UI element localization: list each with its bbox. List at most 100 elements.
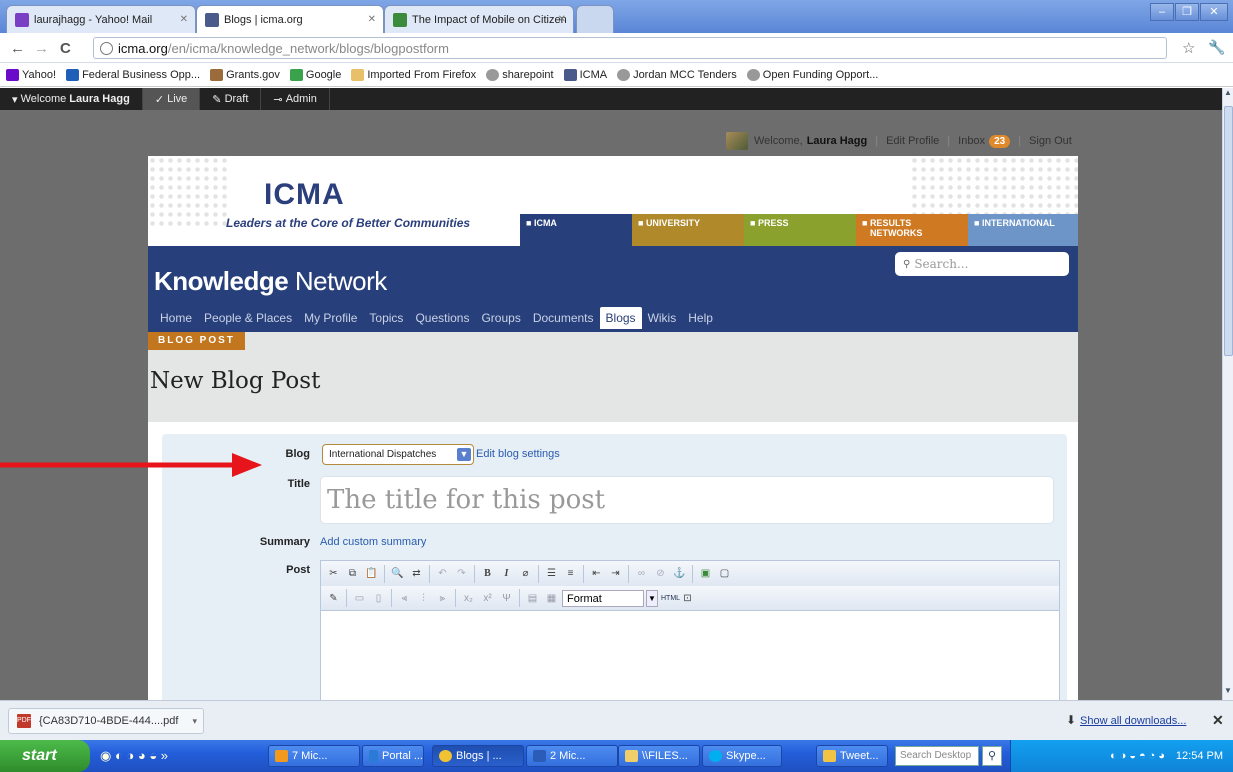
replace-icon[interactable]: ⇄ xyxy=(408,565,425,582)
admin-button[interactable]: ⊸ Admin xyxy=(261,88,330,110)
nav-wikis[interactable]: Wikis xyxy=(642,307,683,329)
align-right-icon[interactable]: ⫸ xyxy=(434,590,451,607)
nav-help[interactable]: Help xyxy=(682,307,719,329)
nav-my-profile[interactable]: My Profile xyxy=(298,307,363,329)
redo-icon[interactable]: ↷ xyxy=(453,565,470,582)
special-char-icon[interactable]: Ψ xyxy=(498,590,515,607)
bookmark-google[interactable]: Google xyxy=(289,68,341,81)
draft-button[interactable]: ✎ Draft xyxy=(200,88,262,110)
close-tab-icon[interactable]: ✕ xyxy=(180,14,188,25)
chevron-down-icon[interactable]: ▾ xyxy=(192,716,197,727)
scroll-thumb[interactable] xyxy=(1224,106,1233,356)
tray-icons[interactable]: ◐◑◒◓◔◕ xyxy=(1110,750,1168,762)
indent-icon[interactable]: ⇥ xyxy=(607,565,624,582)
section-tab-press[interactable]: ■ PRESS xyxy=(744,214,856,246)
maximize-icon[interactable]: ❐ xyxy=(1175,3,1199,21)
nav-topics[interactable]: Topics xyxy=(363,307,409,329)
copy-icon[interactable]: ⧉ xyxy=(344,565,361,582)
fullscreen-icon[interactable]: ⊡ xyxy=(679,590,696,607)
nav-home[interactable]: Home xyxy=(154,307,198,329)
remove-format-icon[interactable]: ⌀ xyxy=(517,565,534,582)
icma-logo[interactable]: ICMA xyxy=(264,178,345,212)
reload-icon[interactable]: C xyxy=(60,40,71,57)
anchor-icon[interactable]: ⚓ xyxy=(671,565,688,582)
add-custom-summary-link[interactable]: Add custom summary xyxy=(320,536,426,548)
bookmark-jordan-mcc[interactable]: Jordan MCC Tenders xyxy=(617,68,737,81)
new-tab-button[interactable] xyxy=(576,5,614,33)
wrench-icon[interactable]: 🔧 xyxy=(1208,39,1225,56)
knowledge-network-title[interactable]: Knowledge Network xyxy=(154,266,387,297)
undo-icon[interactable]: ↶ xyxy=(434,565,451,582)
template-icon[interactable]: ▢ xyxy=(716,565,733,582)
edit-profile-link[interactable]: Edit Profile xyxy=(886,135,939,147)
outdent-icon[interactable]: ⇤ xyxy=(588,565,605,582)
live-button[interactable]: ✓ Live xyxy=(142,88,201,110)
taskbar-item-portal[interactable]: Portal ... xyxy=(362,745,424,767)
nav-groups[interactable]: Groups xyxy=(475,307,526,329)
search-icon[interactable]: ⚲ xyxy=(982,746,1002,766)
close-tab-icon[interactable]: ✕ xyxy=(558,14,566,25)
table-icon[interactable]: ▦ xyxy=(543,590,560,607)
format-select[interactable]: Format xyxy=(562,589,644,607)
taskbar-item-files[interactable]: \\FILES... xyxy=(618,745,700,767)
start-button[interactable]: start xyxy=(0,740,90,772)
table-col-icon[interactable]: ▯ xyxy=(370,590,387,607)
show-all-downloads-link[interactable]: Show all downloads... xyxy=(1080,715,1186,727)
nav-questions[interactable]: Questions xyxy=(409,307,475,329)
link-icon[interactable]: ∞ xyxy=(633,565,650,582)
subscript-icon[interactable]: x₂ xyxy=(460,590,477,607)
taskbar-item-outlook[interactable]: 7 Mic... xyxy=(268,745,360,767)
taskbar-item-skype[interactable]: Skype... xyxy=(702,745,782,767)
close-icon[interactable]: ✕ xyxy=(1212,712,1224,729)
edit-icon[interactable]: ✎ xyxy=(325,590,342,607)
user-name[interactable]: Laura Hagg xyxy=(807,135,868,147)
numbered-list-icon[interactable]: ≡ xyxy=(562,565,579,582)
edit-blog-settings-link[interactable]: Edit blog settings xyxy=(476,448,560,460)
bookmark-federal-business[interactable]: Federal Business Opp... xyxy=(66,68,200,81)
table-row-icon[interactable]: ▭ xyxy=(351,590,368,607)
star-icon[interactable]: ☆ xyxy=(1182,39,1195,57)
tab-impact-of-mobile[interactable]: The Impact of Mobile on Citizen ✕ xyxy=(384,5,574,33)
bookmark-icma[interactable]: ICMA xyxy=(563,68,607,81)
bookmark-open-funding[interactable]: Open Funding Opport... xyxy=(746,68,878,81)
page-scrollbar[interactable]: ▲ ▼ xyxy=(1222,88,1233,700)
bookmark-yahoo[interactable]: Yahoo! xyxy=(6,68,56,81)
section-tab-icma[interactable]: ■ ICMA xyxy=(520,214,632,246)
tab-blogs-icma[interactable]: Blogs | icma.org ✕ xyxy=(196,5,384,33)
page-info-icon[interactable] xyxy=(100,41,113,55)
unlink-icon[interactable]: ⊘ xyxy=(652,565,669,582)
bulleted-list-icon[interactable]: ☰ xyxy=(543,565,560,582)
welcome-menu[interactable]: ▾ Welcome Laura Hagg xyxy=(0,88,143,110)
desktop-search-input[interactable]: Search Desktop xyxy=(895,746,979,766)
rich-text-editor[interactable]: ✂ ⧉ 📋 🔍 ⇄ ↶ ↷ B I ⌀ ☰ ≡ ⇤ ⇥ ∞ ⊘ ⚓ ▣ ▢ ✎ … xyxy=(320,560,1060,700)
close-window-icon[interactable]: ✕ xyxy=(1200,3,1228,21)
taskbar-item-chrome[interactable]: Blogs | ... xyxy=(432,745,524,767)
nav-documents[interactable]: Documents xyxy=(527,307,600,329)
nav-blogs[interactable]: Blogs xyxy=(599,307,642,329)
download-item[interactable]: PDF {CA83D710-4BDE-444....pdf ▾ xyxy=(8,708,204,734)
section-tab-results-networks[interactable]: ■ RESULTS NETWORKS xyxy=(856,214,968,246)
bookmark-sharepoint[interactable]: sharepoint xyxy=(486,68,554,81)
blog-select[interactable]: International Dispatches ▼ xyxy=(322,444,474,465)
hr-icon[interactable]: ▤ xyxy=(524,590,541,607)
address-bar[interactable]: icma.org/en/icma/knowledge_network/blogs… xyxy=(93,37,1167,59)
close-tab-icon[interactable]: ✕ xyxy=(368,14,376,25)
tab-yahoo-mail[interactable]: laurajhagg - Yahoo! Mail ✕ xyxy=(6,5,196,33)
chevron-down-icon[interactable]: ▼ xyxy=(646,589,658,607)
nav-people-places[interactable]: People & Places xyxy=(198,307,298,329)
inbox-link[interactable]: Inbox xyxy=(958,135,985,147)
section-tab-international[interactable]: ■ INTERNATIONAL xyxy=(968,214,1078,246)
italic-icon[interactable]: I xyxy=(498,565,515,582)
paste-icon[interactable]: 📋 xyxy=(363,565,380,582)
html-source-icon[interactable]: HTML xyxy=(660,590,680,607)
cut-icon[interactable]: ✂ xyxy=(325,565,342,582)
clock[interactable]: 12:54 PM xyxy=(1176,750,1223,762)
inbox-count-badge[interactable]: 23 xyxy=(989,134,1011,148)
minimize-icon[interactable]: – xyxy=(1150,3,1174,21)
scroll-up-icon[interactable]: ▲ xyxy=(1224,88,1232,97)
scroll-down-icon[interactable]: ▼ xyxy=(1224,686,1232,695)
quick-launch-icons[interactable]: ◉ ◐ ◑ ◕ ◒ » xyxy=(100,748,168,764)
bookmark-grants[interactable]: Grants.gov xyxy=(210,68,280,81)
section-tab-university[interactable]: ■ UNIVERSITY xyxy=(632,214,744,246)
align-left-icon[interactable]: ⫷ xyxy=(396,590,413,607)
